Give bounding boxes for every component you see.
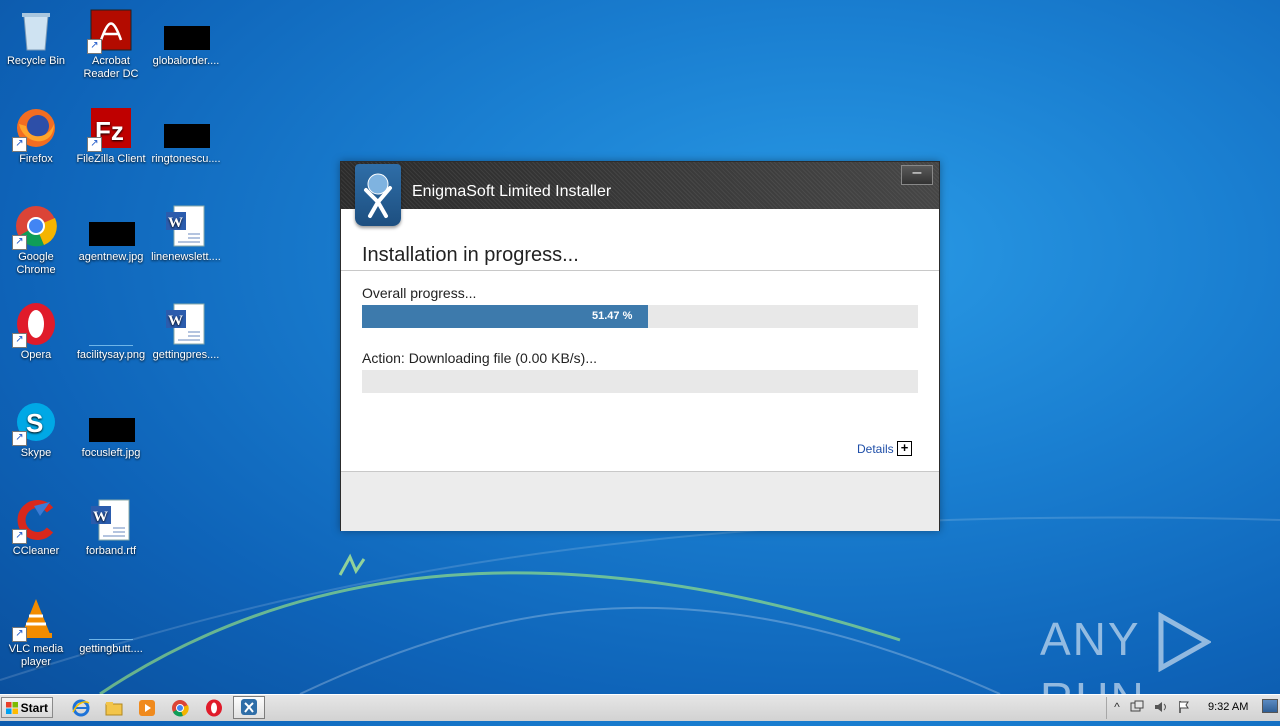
svg-text:W: W: [168, 215, 183, 231]
svg-text:W: W: [93, 509, 108, 525]
watermark-left: ANY: [1040, 613, 1140, 665]
play-logo-icon: [1158, 612, 1211, 672]
svg-text:W: W: [168, 313, 183, 329]
installer-footer: [341, 471, 939, 531]
divider: [341, 270, 939, 271]
overall-progress-percent: 51.47 %: [592, 310, 633, 322]
installer-window: EnigmaSoft Limited Installer – Installat…: [340, 161, 940, 531]
desktop-icon-facilitysay[interactable]: facilitysay.png: [75, 300, 147, 362]
image-file-icon: [89, 204, 135, 248]
desktop-icon-opera[interactable]: ↗ Opera: [0, 300, 72, 362]
word-doc-icon: W: [164, 204, 208, 248]
desktop-icon-vlc[interactable]: ↗ VLC media player: [0, 594, 72, 669]
recycle-bin-icon: [14, 8, 58, 52]
page-title: Installation in progress...: [362, 244, 579, 266]
volume-icon[interactable]: [1153, 700, 1167, 714]
desktop-icon-firefox[interactable]: ↗ Firefox: [0, 104, 72, 166]
details-link[interactable]: Details: [857, 442, 894, 456]
tray-separator: [1106, 697, 1107, 719]
desktop-icon-gettingpres[interactable]: W gettingpres....: [150, 300, 222, 362]
ccleaner-icon: ↗: [12, 498, 58, 544]
start-button[interactable]: Start: [1, 697, 53, 718]
shortcut-arrow-icon: ↗: [12, 627, 27, 642]
firefox-icon: ↗: [12, 106, 58, 152]
svg-text:S: S: [26, 408, 43, 438]
shortcut-arrow-icon: ↗: [12, 333, 27, 348]
minimize-button[interactable]: –: [901, 165, 933, 185]
shortcut-arrow-icon: ↗: [12, 431, 27, 446]
action-progress-bar: [362, 370, 918, 393]
shortcut-arrow-icon: ↗: [87, 137, 102, 152]
desktop-icon-focusleft[interactable]: focusleft.jpg: [75, 398, 147, 460]
word-doc-icon: W: [89, 498, 133, 542]
desktop-icon-skype[interactable]: S ↗ Skype: [0, 398, 72, 460]
tray-expand-icon[interactable]: ^: [1110, 700, 1124, 714]
desktop-icon-agentnew[interactable]: agentnew.jpg: [75, 202, 147, 264]
desktop-icon-acrobat[interactable]: ↗ Acrobat Reader DC: [75, 6, 147, 81]
windows-logo-icon: [6, 702, 18, 714]
desktop-icon-ccleaner[interactable]: ↗ CCleaner: [0, 496, 72, 558]
word-doc-icon: W: [164, 302, 208, 346]
desktop-icon-forband[interactable]: W forband.rtf: [75, 496, 147, 558]
image-file-icon: [89, 596, 133, 640]
show-desktop-button[interactable]: [1262, 699, 1278, 713]
start-label: Start: [20, 701, 48, 715]
action-label: Action: Downloading file (0.00 KB/s)...: [362, 350, 598, 366]
shortcut-arrow-icon: ↗: [87, 39, 102, 54]
image-file-icon: [164, 8, 210, 52]
opera-icon[interactable]: [205, 699, 223, 717]
media-player-icon[interactable]: [138, 699, 156, 717]
taskbar: Start ^ 9:32 AM: [0, 694, 1280, 721]
desktop-icon-filezilla[interactable]: Fz ↗ FileZilla Client: [75, 104, 147, 166]
desktop-icon-linenewslett[interactable]: W linenewslett....: [150, 202, 222, 264]
overall-progress-label: Overall progress...: [362, 285, 477, 301]
image-file-icon: [89, 302, 133, 346]
window-title: EnigmaSoft Limited Installer: [412, 183, 612, 200]
overall-progress-bar: 51.47 %: [362, 305, 918, 328]
internet-explorer-icon[interactable]: [72, 699, 90, 717]
enigmasoft-logo-icon: [355, 164, 401, 226]
details-expand-button[interactable]: +: [897, 441, 912, 456]
filezilla-icon: Fz ↗: [87, 106, 133, 152]
system-clock[interactable]: 9:32 AM: [1208, 701, 1248, 713]
shortcut-arrow-icon: ↗: [12, 137, 27, 152]
acrobat-icon: ↗: [87, 8, 133, 54]
vlc-icon: ↗: [12, 596, 58, 642]
desktop-icon-ringtonescu[interactable]: ringtonescu....: [150, 104, 222, 166]
network-flag-icon[interactable]: [1177, 700, 1191, 714]
chrome-icon: ↗: [12, 204, 58, 250]
shortcut-arrow-icon: ↗: [12, 529, 27, 544]
installer-icon: [241, 699, 257, 715]
action-center-icon[interactable]: [1130, 700, 1144, 714]
explorer-icon[interactable]: [105, 699, 123, 717]
desktop-icon-chrome[interactable]: ↗ Google Chrome: [0, 202, 72, 277]
opera-icon: ↗: [12, 302, 58, 348]
desktop-icon-recycle-bin[interactable]: Recycle Bin: [0, 6, 72, 68]
image-file-icon: [164, 106, 210, 150]
taskbar-installer-button[interactable]: [233, 696, 265, 719]
chrome-icon[interactable]: [171, 699, 189, 717]
desktop-icon-gettingbutt[interactable]: gettingbutt....: [75, 594, 147, 656]
desktop-icon-globalorder[interactable]: globalorder....: [150, 6, 222, 68]
shortcut-arrow-icon: ↗: [12, 235, 27, 250]
image-file-icon: [89, 400, 135, 444]
skype-icon: S ↗: [12, 400, 58, 446]
